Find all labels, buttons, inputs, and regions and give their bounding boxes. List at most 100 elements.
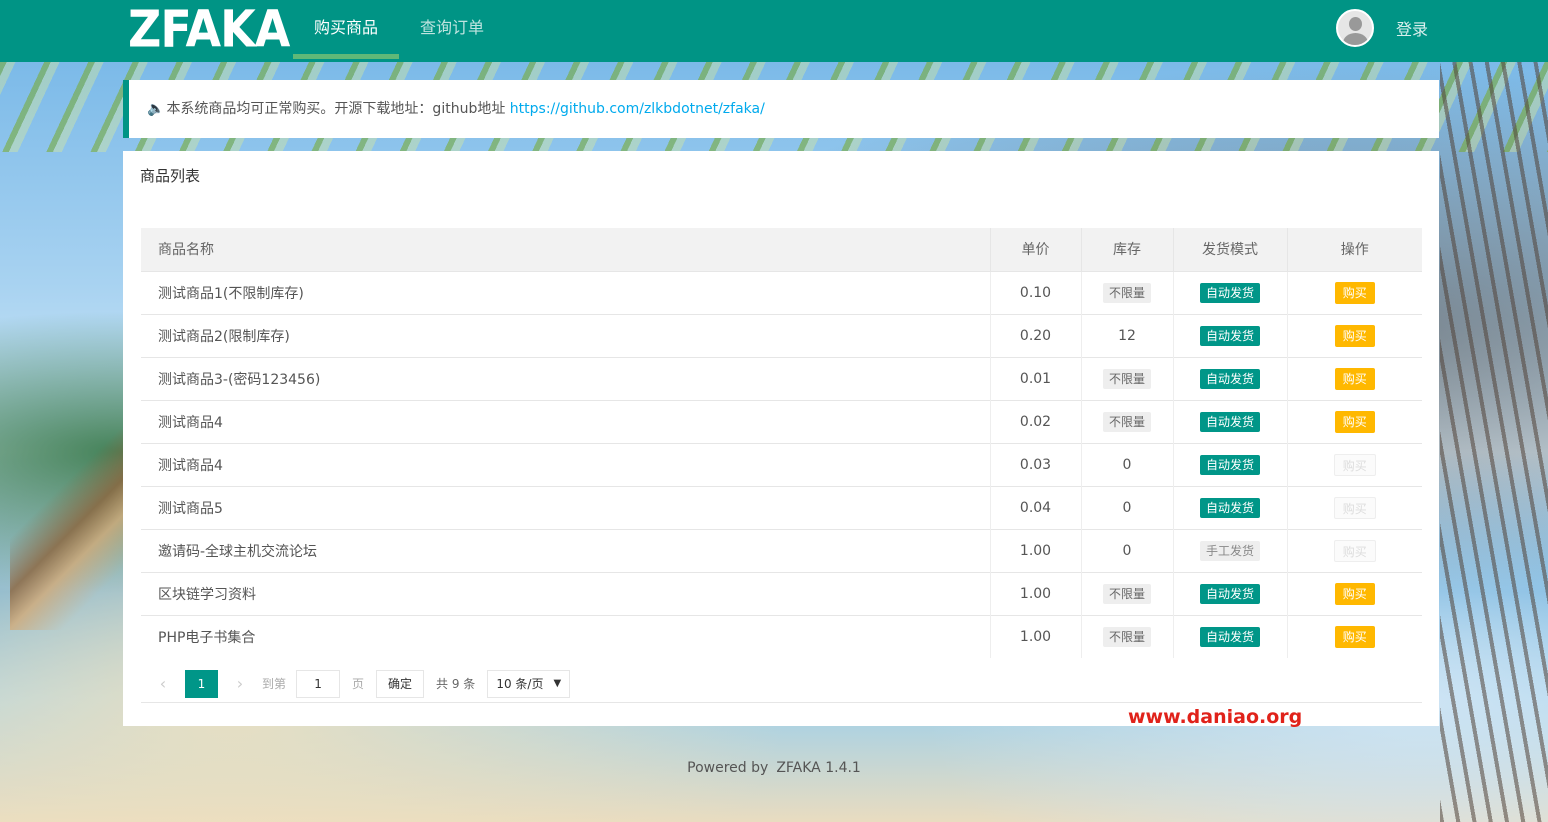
action-cell: 购买 <box>1287 356 1422 400</box>
goto-confirm-button[interactable]: 确定 <box>376 669 425 698</box>
volume-icon: 🔈 <box>147 101 165 117</box>
delivery-mode-badge: 自动发货 <box>1199 626 1260 647</box>
stock-badge: 不限量 <box>1102 411 1151 432</box>
top-header: ZFAKA 购买商品 查询订单 登录 <box>0 0 1548 62</box>
buy-button[interactable]: 购买 <box>1333 539 1376 562</box>
product-stock-cell: 不限量 <box>1081 399 1174 443</box>
product-name: 测试商品1(不限制库存) <box>141 270 991 314</box>
product-price: 1.00 <box>990 571 1082 615</box>
current-page[interactable]: 1 <box>185 669 218 698</box>
table-row: 测试商品1(不限制库存) 0.10 不限量 自动发货 购买 <box>141 270 1422 314</box>
action-cell: 购买 <box>1287 442 1422 486</box>
nav-query-orders[interactable]: 查询订单 <box>399 0 505 62</box>
action-cell: 购买 <box>1287 399 1422 443</box>
action-cell: 购买 <box>1287 270 1422 314</box>
table-row: 邀请码-全球主机交流论坛 1.00 0 手工发货 购买 <box>141 528 1422 572</box>
table-header-row: 商品名称 单价 库存 发货模式 操作 <box>141 228 1422 271</box>
table-row: 测试商品2(限制库存) 0.20 12 自动发货 购买 <box>141 313 1422 357</box>
product-stock-cell: 0 <box>1081 528 1174 572</box>
delivery-mode-badge: 自动发货 <box>1199 583 1260 604</box>
caret-down-icon: ▼ <box>553 677 562 689</box>
col-header-price: 单价 <box>990 228 1082 271</box>
stock-badge: 不限量 <box>1102 282 1151 303</box>
buy-button[interactable]: 购买 <box>1334 582 1375 605</box>
buy-button[interactable]: 购买 <box>1334 410 1375 433</box>
delivery-mode-badge: 自动发货 <box>1199 497 1260 518</box>
product-name: 测试商品5 <box>141 485 991 529</box>
footer: Powered by ZFAKA 1.4.1 <box>0 760 1548 776</box>
buy-button[interactable]: 购买 <box>1334 367 1375 390</box>
login-link[interactable]: 登录 <box>1396 16 1428 40</box>
table-row: 测试商品5 0.04 0 自动发货 购买 <box>141 485 1422 529</box>
product-price: 0.04 <box>990 485 1082 529</box>
table-row: 测试商品4 0.02 不限量 自动发货 购买 <box>141 399 1422 443</box>
product-name: PHP电子书集合 <box>141 614 991 658</box>
user-area: 登录 <box>1336 9 1428 47</box>
buy-button[interactable]: 购买 <box>1334 281 1375 304</box>
product-stock-cell: 0 <box>1081 442 1174 486</box>
action-cell: 购买 <box>1287 571 1422 615</box>
product-stock-cell: 不限量 <box>1081 614 1174 658</box>
delivery-mode-badge: 自动发货 <box>1199 411 1260 432</box>
goto-label: 到第 <box>262 677 287 691</box>
github-link[interactable]: https://github.com/zlkbdotnet/zfaka/ <box>510 101 765 117</box>
col-header-mode: 发货模式 <box>1173 228 1288 271</box>
product-name: 测试商品4 <box>141 442 991 486</box>
buy-button[interactable]: 购买 <box>1333 453 1376 476</box>
action-cell: 购买 <box>1287 528 1422 572</box>
action-cell: 购买 <box>1287 614 1422 658</box>
main-nav: 购买商品 查询订单 <box>293 0 505 62</box>
delivery-mode-badge: 自动发货 <box>1199 325 1260 346</box>
version-link[interactable]: ZFAKA 1.4.1 <box>776 760 861 776</box>
table-row: PHP电子书集合 1.00 不限量 自动发货 购买 <box>141 614 1422 658</box>
page-size-value: 10 条/页 <box>496 676 544 691</box>
buy-button[interactable]: 购买 <box>1333 496 1376 519</box>
delivery-mode-cell: 自动发货 <box>1173 399 1288 443</box>
table-row: 测试商品4 0.03 0 自动发货 购买 <box>141 442 1422 486</box>
avatar-icon[interactable] <box>1336 9 1374 47</box>
stock-value: 0 <box>1122 456 1132 473</box>
watermark: www.daniao.org <box>1128 706 1303 728</box>
product-price: 0.20 <box>990 313 1082 357</box>
logo[interactable]: ZFAKA <box>128 0 290 59</box>
delivery-mode-badge: 自动发货 <box>1199 282 1260 303</box>
product-name: 测试商品2(限制库存) <box>141 313 991 357</box>
action-cell: 购买 <box>1287 485 1422 529</box>
product-stock-cell: 不限量 <box>1081 356 1174 400</box>
product-name: 测试商品3-(密码123456) <box>141 356 991 400</box>
product-price: 1.00 <box>990 614 1082 658</box>
stock-value: 0 <box>1122 542 1132 559</box>
table-row: 区块链学习资料 1.00 不限量 自动发货 购买 <box>141 571 1422 615</box>
stock-value: 12 <box>1118 327 1136 344</box>
col-header-stock: 库存 <box>1081 228 1174 271</box>
product-name: 测试商品4 <box>141 399 991 443</box>
product-stock-cell: 不限量 <box>1081 571 1174 615</box>
stock-badge: 不限量 <box>1102 626 1151 647</box>
product-price: 0.10 <box>990 270 1082 314</box>
product-price: 0.03 <box>990 442 1082 486</box>
product-stock-cell: 不限量 <box>1081 270 1174 314</box>
delivery-mode-cell: 自动发货 <box>1173 442 1288 486</box>
page-size-select[interactable]: 10 条/页 ▼ <box>487 669 571 698</box>
product-price: 0.01 <box>990 356 1082 400</box>
delivery-mode-cell: 自动发货 <box>1173 270 1288 314</box>
delivery-mode-cell: 自动发货 <box>1173 614 1288 658</box>
delivery-mode-cell: 自动发货 <box>1173 313 1288 357</box>
nav-buy-products[interactable]: 购买商品 <box>293 0 400 62</box>
stock-badge: 不限量 <box>1102 368 1151 389</box>
col-header-name: 商品名称 <box>141 228 991 271</box>
product-price: 1.00 <box>990 528 1082 572</box>
buy-button[interactable]: 购买 <box>1334 324 1375 347</box>
product-stock-cell: 12 <box>1081 313 1174 357</box>
prev-page-icon[interactable]: ‹ <box>149 674 177 693</box>
col-header-action: 操作 <box>1287 228 1422 271</box>
stock-badge: 不限量 <box>1102 583 1151 604</box>
table-row: 测试商品3-(密码123456) 0.01 不限量 自动发货 购买 <box>141 356 1422 400</box>
total-count: 共 9 条 <box>436 677 476 691</box>
delivery-mode-badge: 自动发货 <box>1199 454 1260 475</box>
next-page-icon[interactable]: › <box>226 674 254 693</box>
goto-page-input[interactable] <box>296 669 341 698</box>
delivery-mode-badge: 手工发货 <box>1199 540 1260 561</box>
product-name: 区块链学习资料 <box>141 571 991 615</box>
buy-button[interactable]: 购买 <box>1334 625 1375 648</box>
